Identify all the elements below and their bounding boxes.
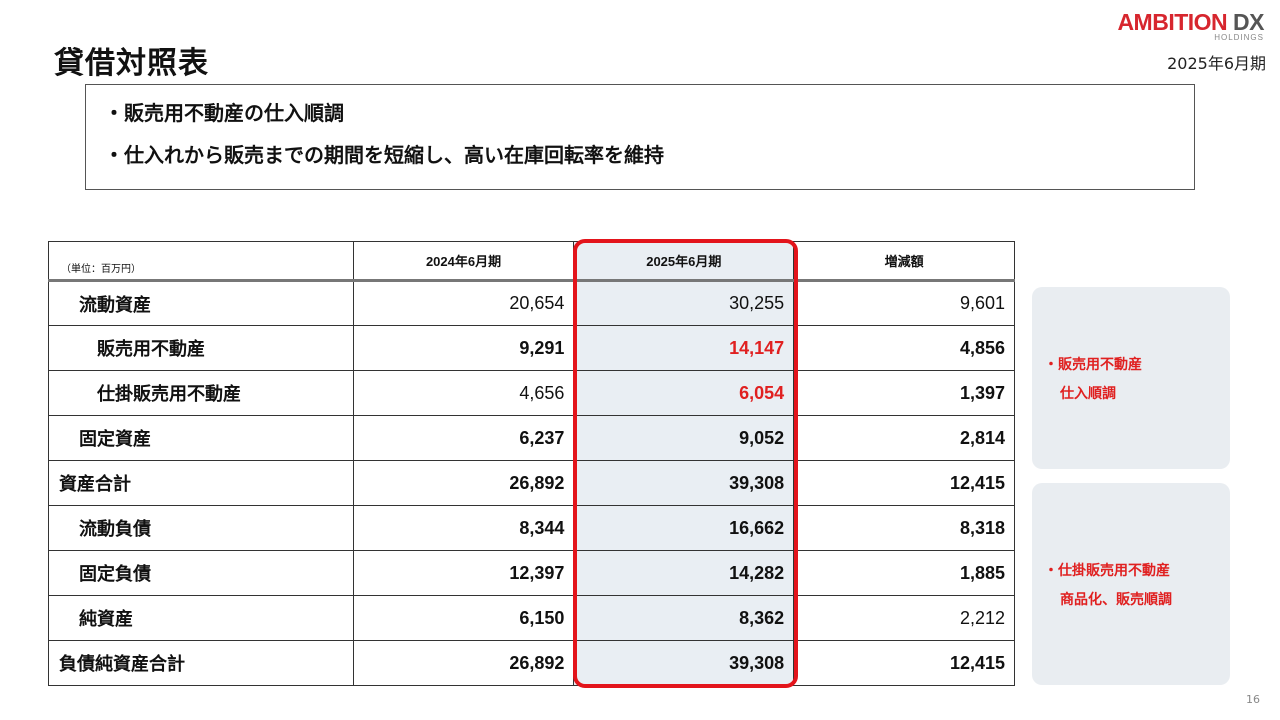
value-change: 1,397 bbox=[793, 370, 1015, 416]
note-line: ・仕掛販売用不動産 bbox=[1044, 563, 1170, 579]
value-2024: 4,656 bbox=[352, 370, 575, 416]
value-2025: 39,308 bbox=[573, 460, 795, 506]
value-change: 12,415 bbox=[793, 640, 1015, 686]
table-row: 仕掛販売用不動産 4,656 6,054 1,397 bbox=[48, 370, 1015, 416]
table-row: 固定負債 12,397 14,282 1,885 bbox=[48, 550, 1015, 596]
row-label: 流動資産 bbox=[48, 280, 354, 326]
note-text: ・販売用不動産 仕入順調 bbox=[1044, 351, 1142, 409]
value-2025: 39,308 bbox=[573, 640, 795, 686]
value-2024: 6,237 bbox=[352, 415, 575, 461]
balance-sheet-table: （単位：百万円） 2024年6月期 2025年6月期 増減額 流動資産 20,6… bbox=[48, 241, 1015, 686]
summary-line: ・販売用不動産の仕入順調 bbox=[104, 101, 344, 125]
note-text: ・仕掛販売用不動産 商品化、販売順調 bbox=[1044, 557, 1172, 615]
value-2024: 9,291 bbox=[352, 325, 575, 371]
summary-line: ・仕入れから販売までの期間を短縮し、高い在庫回転率を維持 bbox=[104, 143, 664, 167]
value-change: 8,318 bbox=[793, 505, 1015, 551]
value-2024: 12,397 bbox=[352, 550, 575, 596]
value-change: 1,885 bbox=[793, 550, 1015, 596]
column-header-2024: 2024年6月期 bbox=[352, 241, 575, 282]
unit-label: （単位：百万円） bbox=[48, 241, 354, 282]
note-line: 商品化、販売順調 bbox=[1060, 592, 1172, 608]
table-row: 流動負債 8,344 16,662 8,318 bbox=[48, 505, 1015, 551]
value-change: 12,415 bbox=[793, 460, 1015, 506]
table-header-row: （単位：百万円） 2024年6月期 2025年6月期 増減額 bbox=[48, 241, 1015, 282]
company-logo: AMBITION DX HOLDINGS bbox=[1117, 10, 1264, 43]
logo-wordmark: AMBITION DX bbox=[1117, 10, 1264, 34]
value-2025: 6,054 bbox=[573, 370, 795, 416]
row-label: 固定負債 bbox=[48, 550, 354, 596]
value-2025: 30,255 bbox=[573, 280, 795, 326]
summary-box: ・販売用不動産の仕入順調 ・仕入れから販売までの期間を短縮し、高い在庫回転率を維… bbox=[85, 84, 1195, 190]
logo-ambition: AMBITION bbox=[1117, 9, 1228, 35]
page-title: 貸借対照表 bbox=[54, 46, 209, 81]
period-label: 2025年6月期 bbox=[1167, 54, 1266, 73]
column-header-change: 増減額 bbox=[793, 241, 1015, 282]
logo-dx: DX bbox=[1233, 9, 1264, 35]
row-label: 資産合計 bbox=[48, 460, 354, 506]
value-2025: 14,147 bbox=[573, 325, 795, 371]
value-2025: 8,362 bbox=[573, 595, 795, 641]
value-2024: 26,892 bbox=[352, 460, 575, 506]
value-change: 9,601 bbox=[793, 280, 1015, 326]
value-2025: 14,282 bbox=[573, 550, 795, 596]
value-2024: 6,150 bbox=[352, 595, 575, 641]
value-2025: 9,052 bbox=[573, 415, 795, 461]
table-row: 固定資産 6,237 9,052 2,814 bbox=[48, 415, 1015, 461]
table-row: 負債純資産合計 26,892 39,308 12,415 bbox=[48, 640, 1015, 686]
note-panel-inventory: ・販売用不動産 仕入順調 bbox=[1032, 287, 1230, 469]
note-panel-wip: ・仕掛販売用不動産 商品化、販売順調 bbox=[1032, 483, 1230, 685]
value-2024: 20,654 bbox=[352, 280, 575, 326]
row-label: 流動負債 bbox=[48, 505, 354, 551]
row-label: 純資産 bbox=[48, 595, 354, 641]
note-line: ・販売用不動産 bbox=[1044, 357, 1142, 373]
value-change: 2,212 bbox=[793, 595, 1015, 641]
value-2024: 26,892 bbox=[352, 640, 575, 686]
table-row: 流動資産 20,654 30,255 9,601 bbox=[48, 280, 1015, 326]
value-2024: 8,344 bbox=[352, 505, 575, 551]
column-header-2025: 2025年6月期 bbox=[573, 241, 795, 282]
page-number: 16 bbox=[1246, 693, 1260, 706]
row-label: 固定資産 bbox=[48, 415, 354, 461]
value-change: 2,814 bbox=[793, 415, 1015, 461]
table-row: 純資産 6,150 8,362 2,212 bbox=[48, 595, 1015, 641]
note-line: 仕入順調 bbox=[1060, 386, 1116, 402]
table-row: 販売用不動産 9,291 14,147 4,856 bbox=[48, 325, 1015, 371]
row-label: 仕掛販売用不動産 bbox=[48, 370, 354, 416]
value-2025: 16,662 bbox=[573, 505, 795, 551]
row-label: 負債純資産合計 bbox=[48, 640, 354, 686]
table-row: 資産合計 26,892 39,308 12,415 bbox=[48, 460, 1015, 506]
value-change: 4,856 bbox=[793, 325, 1015, 371]
row-label: 販売用不動産 bbox=[48, 325, 354, 371]
